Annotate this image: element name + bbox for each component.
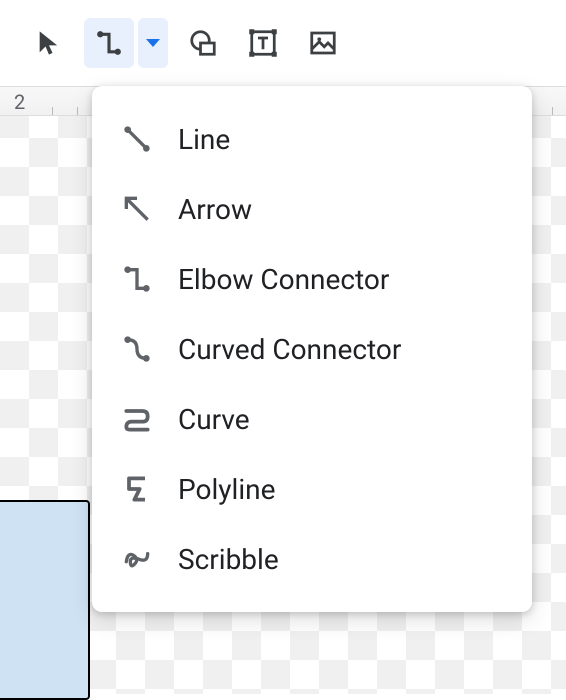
menu-item-label: Line [178,123,230,156]
menu-item-label: Arrow [178,193,252,226]
menu-item-curve[interactable]: Curve [92,384,532,454]
menu-item-scribble[interactable]: Scribble [92,524,532,594]
menu-item-label: Curve [178,403,250,436]
canvas-shape[interactable] [0,500,90,700]
polyline-icon [120,472,154,506]
textbox-tool-button[interactable] [238,18,288,68]
shape-icon [188,28,218,58]
curved-connector-icon [120,332,154,366]
ruler-label: 2 [14,90,25,114]
menu-item-label: Scribble [178,543,279,576]
menu-item-arrow[interactable]: Arrow [92,174,532,244]
menu-item-line[interactable]: Line [92,104,532,174]
elbow-connector-icon [120,262,154,296]
select-tool-button[interactable] [24,18,74,68]
menu-item-label: Elbow Connector [178,263,389,296]
elbow-connector-icon [94,28,124,58]
curve-icon [120,402,154,436]
menu-item-curved-connector[interactable]: Curved Connector [92,314,532,384]
textbox-icon [248,28,278,58]
arrow-icon [120,192,154,226]
scribble-icon [120,542,154,576]
line-type-menu: Line Arrow Elbow Connector Curved Connec… [92,86,532,612]
toolbar [0,0,566,86]
ruler-tick [52,107,53,115]
image-icon [308,28,338,58]
menu-item-polyline[interactable]: Polyline [92,454,532,524]
menu-item-label: Polyline [178,473,275,506]
image-tool-button[interactable] [298,18,348,68]
shape-tool-button[interactable] [178,18,228,68]
cursor-icon [35,29,63,57]
menu-item-elbow-connector[interactable]: Elbow Connector [92,244,532,314]
chevron-down-icon [146,39,160,47]
line-icon [120,122,154,156]
ruler-tick [77,107,78,115]
line-tool-dropdown-button[interactable] [138,18,168,68]
ruler-tick [552,107,553,115]
menu-item-label: Curved Connector [178,333,401,366]
line-tool-button[interactable] [84,18,134,68]
